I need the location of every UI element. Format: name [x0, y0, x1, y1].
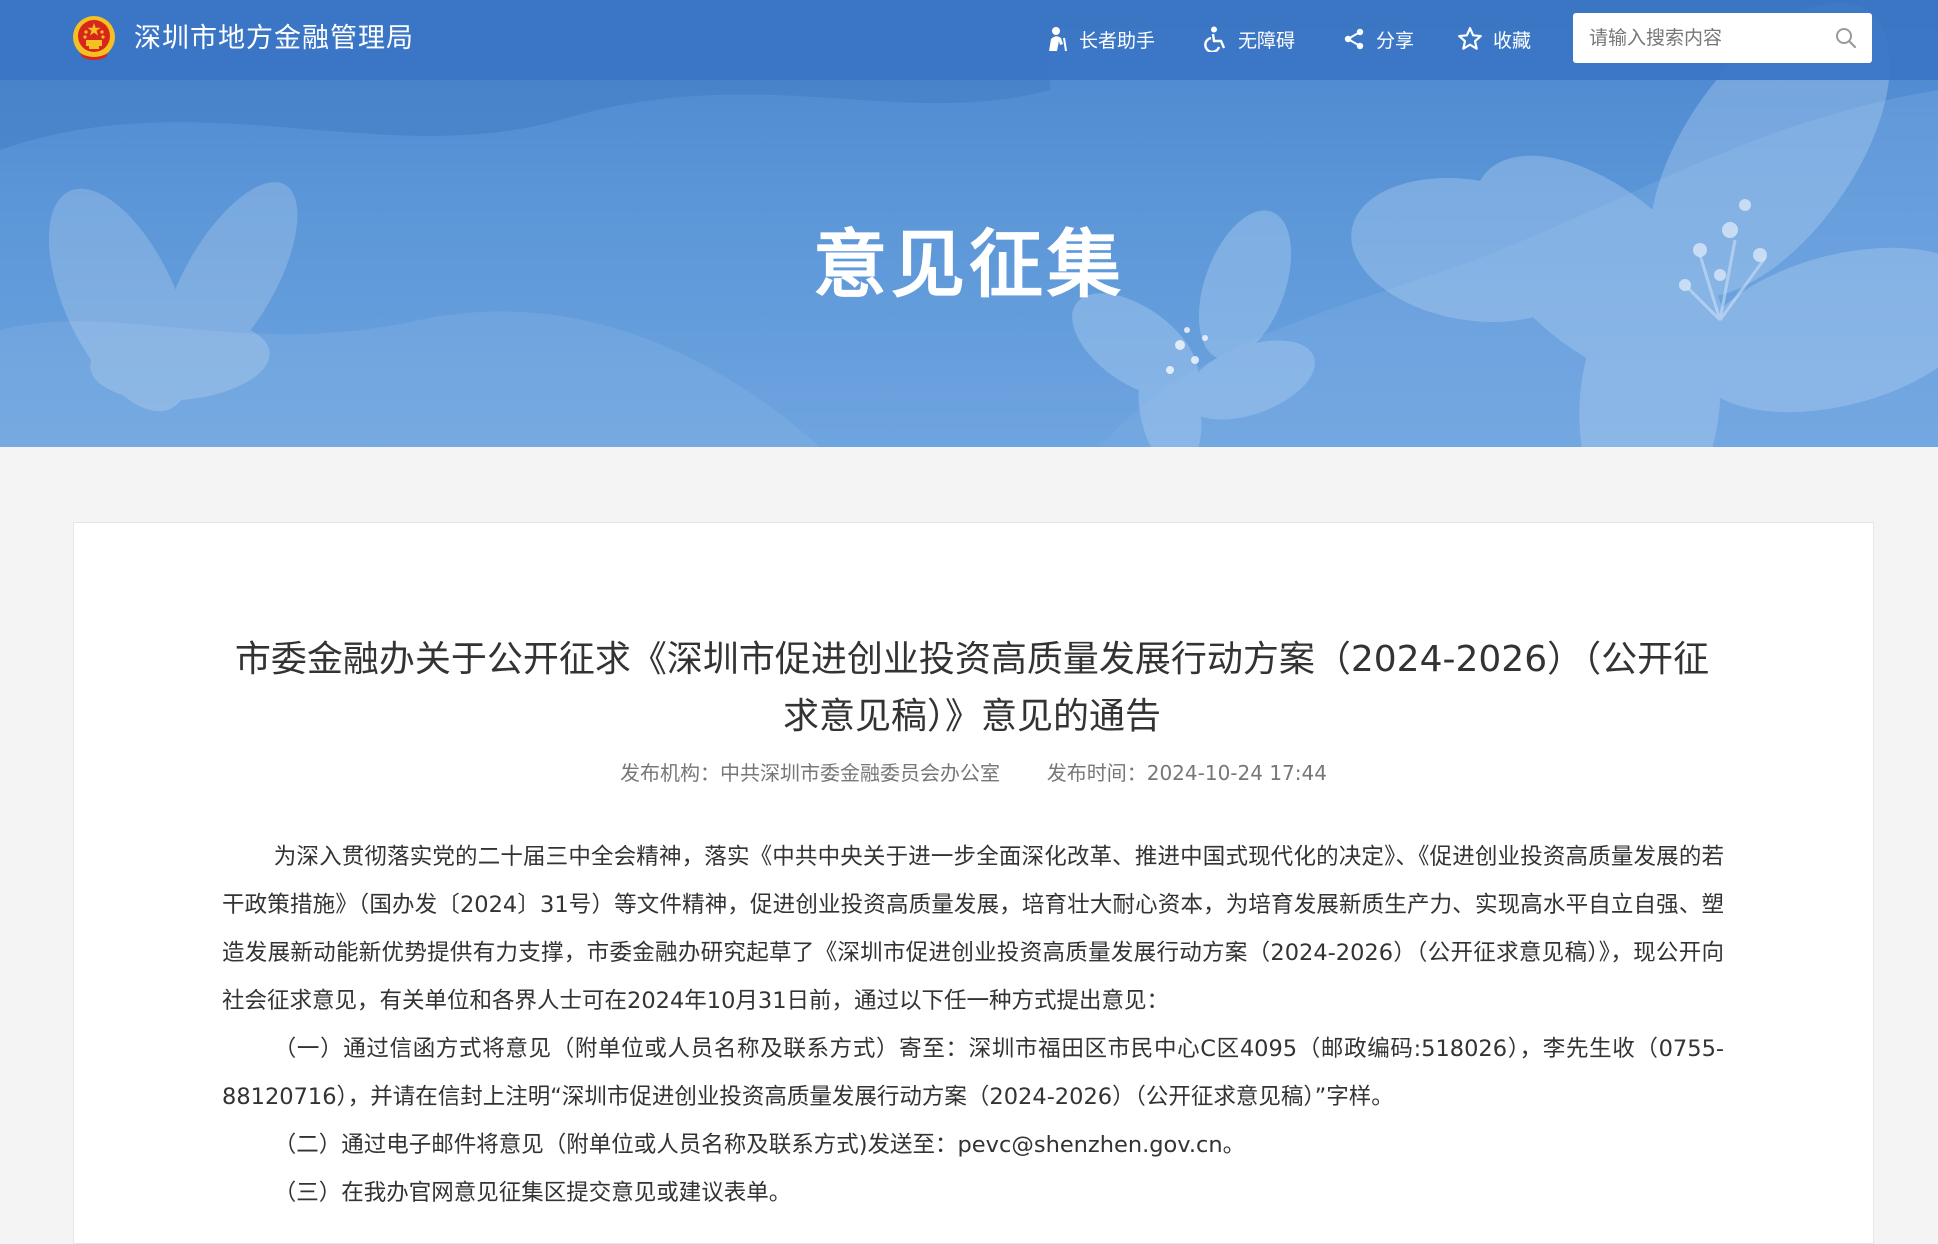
share-link[interactable]: 分享 [1342, 22, 1414, 56]
accessibility-label: 无障碍 [1238, 29, 1296, 52]
favorite-link[interactable]: 收藏 [1457, 22, 1531, 56]
elder-assistant-label: 长者助手 [1079, 29, 1156, 52]
paragraph: 为深入贯彻落实党的二十届三中全会精神，落实《中共中央关于进一步全面深化改革、推进… [222, 844, 1724, 1014]
paragraph: （三）在我办官网意见征集区提交意见或建议表单。 [273, 1180, 792, 1206]
publisher-label: 发布机构： [620, 761, 721, 785]
search-box [1573, 13, 1872, 63]
publish-time: 2024-10-24 17:44 [1146, 761, 1327, 785]
elder-assistant-link[interactable]: 长者助手 [1045, 22, 1155, 56]
paragraph: （一）通过信函方式将意见（附单位或人员名称及联系方式）寄至：深圳市福田区市民中心… [222, 1036, 1724, 1110]
accessibility-link[interactable]: 无障碍 [1204, 22, 1295, 56]
article-body: 为深入贯彻落实党的二十届三中全会精神，落实《中共中央关于进一步全面深化改革、推进… [222, 833, 1724, 1217]
site-title[interactable]: 深圳市地方金融管理局 [134, 20, 414, 58]
elder-icon [1049, 27, 1067, 52]
share-icon [1344, 28, 1364, 50]
national-emblem-icon [73, 16, 115, 60]
article-title: 市委金融办关于公开征求《深圳市促进创业投资高质量发展行动方案（2024-2026… [234, 639, 1710, 737]
search-input[interactable] [1589, 13, 1819, 63]
paragraph: （二）通过电子邮件将意见（附单位或人员名称及联系方式)发送至：pevc@shen… [273, 1132, 1246, 1158]
star-icon [1458, 27, 1482, 50]
share-label: 分享 [1376, 29, 1415, 52]
top-navigation-bar: 深圳市地方金融管理局 长者助手 无障碍 分享 收藏 [0, 0, 1938, 80]
publish-time-label: 发布时间： [1046, 761, 1147, 785]
search-icon[interactable] [1834, 26, 1858, 50]
article-meta: 发布机构：中共深圳市委金融委员会办公室 发布时间：2024-10-24 17:4… [74, 758, 1873, 788]
wheelchair-icon [1204, 26, 1226, 52]
publisher: 中共深圳市委金融委员会办公室 [720, 761, 1001, 785]
article-card: 市委金融办关于公开征求《深圳市促进创业投资高质量发展行动方案（2024-2026… [73, 522, 1874, 1244]
favorite-label: 收藏 [1493, 29, 1532, 52]
banner-title: 意见征集 [813, 222, 1125, 308]
